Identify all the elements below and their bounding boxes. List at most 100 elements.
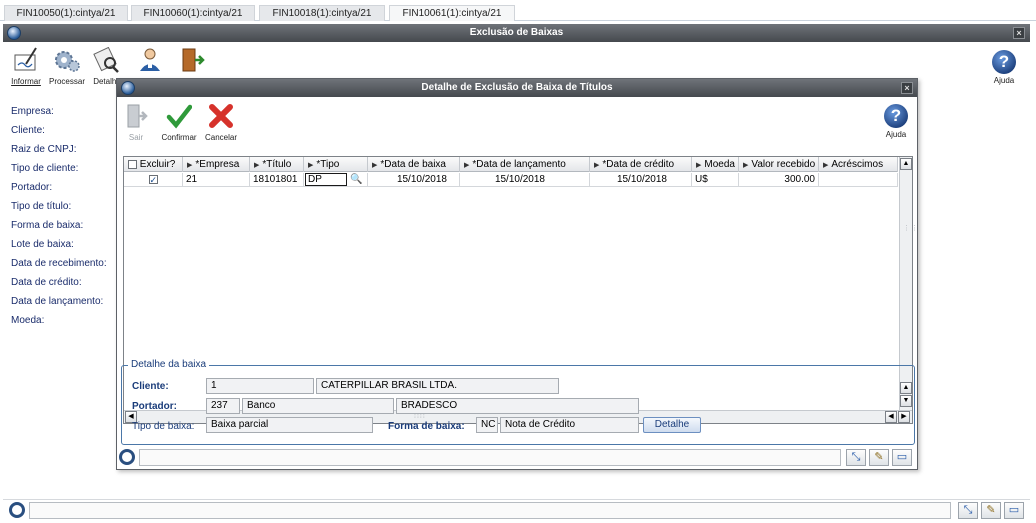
field-label-cliente: Cliente: [11, 125, 45, 136]
sair-label: Sair [128, 133, 144, 142]
forma-baixa-field[interactable]: Nota de Crédito [500, 417, 639, 433]
portador-code-field[interactable]: 237 [206, 398, 240, 414]
cell-data-credito: 15/10/2018 [590, 173, 692, 187]
tab-fin10050[interactable]: FIN10050(1):cintya/21 [4, 5, 128, 21]
col-header-excluir[interactable]: Excluir? [124, 157, 183, 172]
dialog-status-bar: ⤡ ✎ ▭ [117, 447, 917, 469]
cell-acrescimos [819, 173, 898, 187]
field-label-raiz-cnpj: Raiz de CNPJ: [11, 144, 77, 155]
field-label-data-credito: Data de crédito: [11, 277, 82, 288]
processar-button[interactable]: Processar [47, 47, 87, 86]
processar-label: Processar [48, 77, 85, 86]
main-window-title: Exclusão de Baixas [469, 27, 564, 38]
portador-label: Portador: [132, 401, 177, 412]
tab-fin10060[interactable]: FIN10060(1):cintya/21 [131, 5, 255, 21]
detalhe-button[interactable]: Detalhe [643, 417, 701, 433]
cell-moeda: U$ [692, 173, 739, 187]
status-ring-icon[interactable] [9, 502, 25, 518]
col-header-tipo[interactable]: ▶ *Tipo [304, 157, 368, 172]
tipo-baixa-field[interactable]: Baixa parcial [206, 417, 373, 433]
checkmark-icon [166, 104, 193, 129]
detalhe-baixa-legend: Detalhe da baixa [128, 359, 210, 370]
col-header-data-lancamento[interactable]: ▶ *Data de lançamento [460, 157, 590, 172]
col-header-empresa[interactable]: ▶ *Empresa [183, 157, 250, 172]
field-label-empresa: Empresa: [11, 106, 54, 117]
cancelar-label: Cancelar [204, 133, 237, 142]
forma-baixa-code-field[interactable]: NC [476, 417, 498, 433]
field-label-moeda: Moeda: [11, 315, 45, 326]
scroll-up-top-button[interactable]: ▲ [900, 158, 912, 170]
select-all-checkbox[interactable] [128, 159, 137, 169]
tab-fin10018[interactable]: FIN10018(1):cintya/21 [259, 5, 385, 21]
cancelar-button[interactable]: Cancelar [203, 103, 239, 142]
informar-button[interactable]: Informar [9, 47, 43, 86]
excluir-checkbox[interactable] [148, 173, 158, 186]
cell-valor-recebido: 300.00 [739, 173, 819, 187]
dialog-title: Detalhe de Exclusão de Baixa de Títulos [421, 82, 613, 93]
dialog-status-field [139, 449, 841, 466]
main-close-icon[interactable]: × [1013, 27, 1025, 39]
document-magnifier-icon [93, 46, 119, 73]
cell-excluir[interactable] [124, 173, 183, 187]
grid-header: Excluir? ▶ *Empresa ▶ *Título ▶ *Tipo ▶ *Dat… [124, 157, 898, 172]
program-tab-bar: FIN10050(1):cintya/21 FIN10060(1):cintya… [0, 0, 1036, 21]
tipo-baixa-label: Tipo de baixa: [132, 421, 195, 432]
sair-button[interactable]: Sair [121, 103, 151, 142]
help-icon: ? [992, 50, 1016, 74]
detalhe-baixa-group: Detalhe da baixa Cliente: 1 CATERPILLAR … [121, 359, 915, 445]
cell-titulo: 18101801 [250, 173, 304, 187]
search-icon[interactable]: 🔍 [350, 173, 362, 186]
confirmar-button[interactable]: Confirmar [159, 103, 199, 142]
portador-tipo-field[interactable]: Banco [242, 398, 394, 414]
portador-name-field[interactable]: BRADESCO [396, 398, 639, 414]
field-label-forma-baixa: Forma de baixa: [11, 220, 84, 231]
col-header-titulo[interactable]: ▶ *Título [250, 157, 304, 172]
gears-icon [55, 51, 80, 72]
vscroll-grip[interactable]: ⋮⋮ [903, 225, 919, 232]
cancel-x-icon [209, 104, 233, 128]
dialog-help-icon: ? [884, 104, 908, 128]
cliente-name-field[interactable]: CATERPILLAR BRASIL LTDA. [316, 378, 559, 394]
cliente-code-field[interactable]: 1 [206, 378, 314, 394]
tipo-input[interactable]: DP [305, 173, 347, 186]
cell-data-baixa: 15/10/2018 [368, 173, 460, 187]
user-button[interactable] [135, 47, 165, 75]
dialog-logo-icon [121, 81, 135, 95]
user-icon [140, 48, 160, 71]
notepad-pen-icon [14, 47, 37, 71]
col-header-data-baixa[interactable]: ▶ *Data de baixa [368, 157, 460, 172]
dialog-titlebar: Detalhe de Exclusão de Baixa de Títulos … [117, 79, 917, 97]
cell-tipo[interactable]: DP 🔍 [304, 173, 368, 187]
informar-label: Informar [11, 77, 41, 86]
field-label-tipo-cliente: Tipo de cliente: [11, 163, 79, 174]
cell-data-lancamento: 15/10/2018 [460, 173, 590, 187]
confirmar-label: Confirmar [161, 133, 197, 142]
main-help-button[interactable]: ? Ajuda [987, 50, 1021, 85]
dialog-resize-icon[interactable]: ⤡ [846, 449, 866, 466]
dialog-close-icon[interactable]: × [901, 82, 913, 94]
main-print-icon[interactable]: ✎ [981, 502, 1001, 519]
cell-empresa: 21 [183, 173, 250, 187]
col-header-moeda[interactable]: ▶ Moeda [692, 157, 739, 172]
col-header-acrescimos[interactable]: ▶ Acréscimos [819, 157, 898, 172]
cliente-label: Cliente: [132, 381, 169, 392]
field-label-portador: Portador: [11, 182, 53, 193]
field-label-data-recebimento: Data de recebimento: [11, 258, 107, 269]
filter-field-labels: Empresa: Cliente: Raiz de CNPJ: Tipo de … [11, 106, 107, 334]
forma-baixa-label: Forma de baixa: [388, 421, 465, 432]
field-label-data-lancamento: Data de lançamento: [11, 296, 104, 307]
main-status-bar: ⤡ ✎ ▭ [3, 499, 1030, 520]
col-header-valor-recebido[interactable]: ▶ Valor recebido [739, 157, 819, 172]
exit-door-button[interactable] [177, 47, 207, 75]
main-resize-icon[interactable]: ⤡ [958, 502, 978, 519]
dialog-status-ring-icon[interactable] [119, 449, 135, 465]
main-chat-icon[interactable]: ▭ [1004, 502, 1024, 519]
dialog-print-icon[interactable]: ✎ [869, 449, 889, 466]
exit-door-disabled-icon [127, 104, 148, 128]
tab-fin10061[interactable]: FIN10061(1):cintya/21 [389, 5, 515, 21]
dialog-help-button[interactable]: ? Ajuda [881, 104, 911, 139]
dialog-toolbar: Sair Confirmar Cancelar ? Ajuda [117, 97, 917, 153]
col-header-data-credito[interactable]: ▶ *Data de crédito [590, 157, 692, 172]
dialog-chat-icon[interactable]: ▭ [892, 449, 912, 466]
table-row[interactable]: 21 18101801 DP 🔍 15/10/2018 15/10/2018 1… [124, 173, 898, 187]
